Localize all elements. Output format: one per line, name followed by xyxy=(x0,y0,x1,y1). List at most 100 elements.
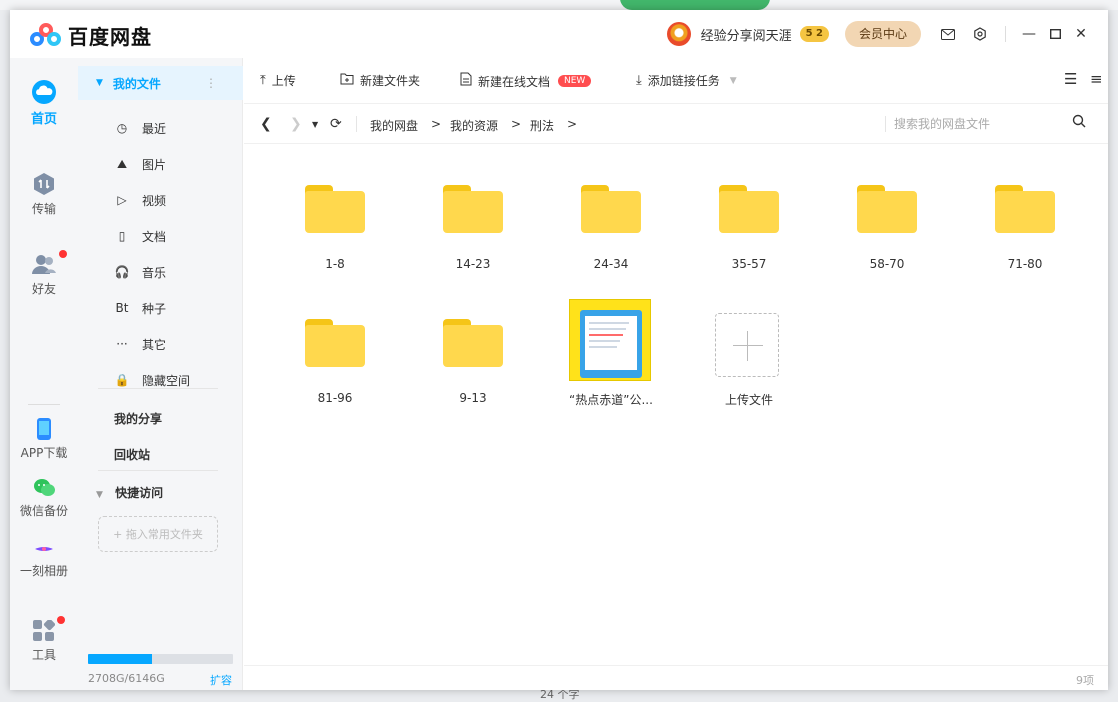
rail-app-download-label: APP下载 xyxy=(20,446,68,460)
breadcrumb-current[interactable]: 刑法 xyxy=(530,117,554,134)
nav-my-share[interactable]: 我的分享 xyxy=(114,410,162,427)
transfer-icon xyxy=(32,172,56,196)
tools-grid-icon xyxy=(33,616,65,642)
status-bar: 9项 xyxy=(244,665,1108,690)
list-view-icon[interactable]: ≡ xyxy=(1090,70,1103,88)
minimize-button[interactable]: — xyxy=(1016,23,1042,45)
tools-notification-dot xyxy=(57,616,65,624)
nav-quick-access[interactable]: ▼ 快捷访问 xyxy=(96,484,163,501)
quick-access-drop-zone[interactable]: + 拖入常用文件夹 xyxy=(98,516,218,552)
file-name: “热点赤道”公... xyxy=(569,393,653,407)
sidebar-item[interactable]: ▷ 视频 xyxy=(78,182,243,218)
nav-recycle-bin[interactable]: 回收站 xyxy=(114,446,150,463)
sidebar-item-icon: 🎧 xyxy=(114,265,130,279)
level-badge: 5 2 xyxy=(799,26,829,42)
forward-arrow-icon[interactable]: ❯ xyxy=(290,116,302,132)
nav-divider xyxy=(98,470,218,471)
mail-icon[interactable] xyxy=(937,23,959,45)
more-options-icon[interactable]: ⋮ xyxy=(205,76,217,90)
sort-icon[interactable]: ☰ xyxy=(1064,70,1077,88)
folder-tile[interactable]: 1-8 xyxy=(275,153,395,273)
folder-tile[interactable]: 71-80 xyxy=(965,153,1085,273)
item-count: 9项 xyxy=(1076,674,1094,687)
rail-home[interactable]: 首页 xyxy=(10,80,78,127)
sidebar-item-label: 文档 xyxy=(142,229,167,244)
left-rail: 首页 传输 好友 APP下载 微信备份 一刻相册 工具 xyxy=(10,58,78,690)
sidebar-item-label: 视频 xyxy=(142,193,167,208)
rail-wechat-backup[interactable]: 微信备份 xyxy=(10,478,78,519)
download-icon: ⤓ xyxy=(636,73,642,88)
upload-file-tile[interactable]: 上传文件 xyxy=(689,287,809,407)
rail-friends-label: 好友 xyxy=(31,282,56,296)
upload-button[interactable]: ⤒ 上传 xyxy=(260,72,296,89)
folder-icon xyxy=(443,185,503,233)
new-badge: NEW xyxy=(558,75,592,87)
sidebar-item[interactable]: Bt 种子 xyxy=(78,290,243,326)
sidebar-item-icon: ◷ xyxy=(116,121,128,135)
sidebar-item[interactable]: 🔒 隐藏空间 xyxy=(78,362,243,398)
folder-icon xyxy=(581,185,641,233)
file-name: 上传文件 xyxy=(724,393,773,407)
file-name: 1-8 xyxy=(325,257,345,271)
rail-friends[interactable]: 好友 xyxy=(10,250,78,297)
rail-home-label: 首页 xyxy=(30,112,57,127)
baidu-netdisk-logo-icon xyxy=(30,22,64,49)
album-icon xyxy=(32,540,56,558)
settings-gear-icon[interactable] xyxy=(969,23,991,45)
new-online-doc-label: 新建在线文档 xyxy=(478,74,551,89)
new-online-doc-button[interactable]: 新建在线文档 NEW xyxy=(460,72,592,90)
folder-tile[interactable]: 35-57 xyxy=(689,153,809,273)
caret-down-icon: ▼ xyxy=(96,490,103,500)
image-thumbnail xyxy=(569,299,651,381)
file-name: 9-13 xyxy=(459,391,487,405)
dropdown-arrow-icon[interactable]: ▼ xyxy=(730,76,737,86)
sidebar-item[interactable]: 🎧 音乐 xyxy=(78,254,243,290)
history-dropdown-icon[interactable]: ▼ xyxy=(312,120,318,129)
back-arrow-icon[interactable]: ❮ xyxy=(260,116,272,132)
friends-notification-dot xyxy=(59,250,67,258)
rail-moment-album[interactable]: 一刻相册 xyxy=(10,540,78,579)
search-input[interactable] xyxy=(894,112,1064,136)
folder-tile[interactable]: 14-23 xyxy=(413,153,533,273)
rail-app-download[interactable]: APP下载 xyxy=(10,418,78,461)
titlebar-divider xyxy=(1005,26,1006,42)
main-content: ⤒ 上传 新建文件夹 新建在线文档 NEW ⤓ 添加链接任务 ▼ ☰ ≡ ❮ ❯… xyxy=(244,58,1108,690)
add-link-task-button[interactable]: ⤓ 添加链接任务 ▼ xyxy=(636,72,737,89)
sidebar-item[interactable]: ▯ 文档 xyxy=(78,218,243,254)
folder-tile[interactable]: 9-13 xyxy=(413,287,533,407)
image-file-tile[interactable]: “热点赤道”公... xyxy=(551,287,671,407)
sidebar-item-icon: ··· xyxy=(116,337,128,351)
sidebar-item[interactable]: ⛰ 图片 xyxy=(78,146,243,182)
storage-quota-fill xyxy=(88,654,152,664)
sidebar-item-icon: ▷ xyxy=(117,193,127,207)
file-name: 58-70 xyxy=(869,257,905,271)
wechat-icon xyxy=(33,478,55,498)
folder-tile[interactable]: 81-96 xyxy=(275,287,395,407)
nav-my-files[interactable]: ▼ 我的文件 ⋮ xyxy=(78,66,243,100)
folder-icon xyxy=(857,185,917,233)
user-name[interactable]: 经验分享阅天涯 xyxy=(701,25,792,44)
breadcrumb-root[interactable]: 我的网盘 xyxy=(370,117,418,134)
folder-tile[interactable]: 58-70 xyxy=(827,153,947,273)
close-button[interactable]: ✕ xyxy=(1068,23,1094,45)
maximize-button[interactable] xyxy=(1042,23,1068,45)
vip-center-button[interactable]: 会员中心 xyxy=(844,21,921,47)
sidebar-item-icon: 🔒 xyxy=(114,373,130,387)
rail-tools-label: 工具 xyxy=(31,648,56,662)
refresh-icon[interactable]: ⟳ xyxy=(330,116,342,132)
new-folder-button[interactable]: 新建文件夹 xyxy=(340,72,420,89)
user-avatar[interactable] xyxy=(666,22,691,46)
phone-icon xyxy=(36,418,52,440)
folder-tile[interactable]: 24-34 xyxy=(551,153,671,273)
breadcrumb-resources[interactable]: 我的资源 xyxy=(450,117,498,134)
rail-transfer[interactable]: 传输 xyxy=(10,172,78,217)
caret-down-icon: ▼ xyxy=(96,78,103,88)
rail-moment-album-label: 一刻相册 xyxy=(19,564,68,578)
new-folder-icon xyxy=(340,73,354,89)
sidebar-item[interactable]: ◷ 最近 xyxy=(78,110,243,146)
sidebar-item[interactable]: ··· 其它 xyxy=(78,326,243,362)
storage-quota-text: 2708G/6146G xyxy=(88,672,165,685)
expand-storage-link[interactable]: 扩容 xyxy=(210,672,232,688)
rail-tools[interactable]: 工具 xyxy=(10,616,78,663)
search-icon[interactable] xyxy=(1072,114,1086,128)
